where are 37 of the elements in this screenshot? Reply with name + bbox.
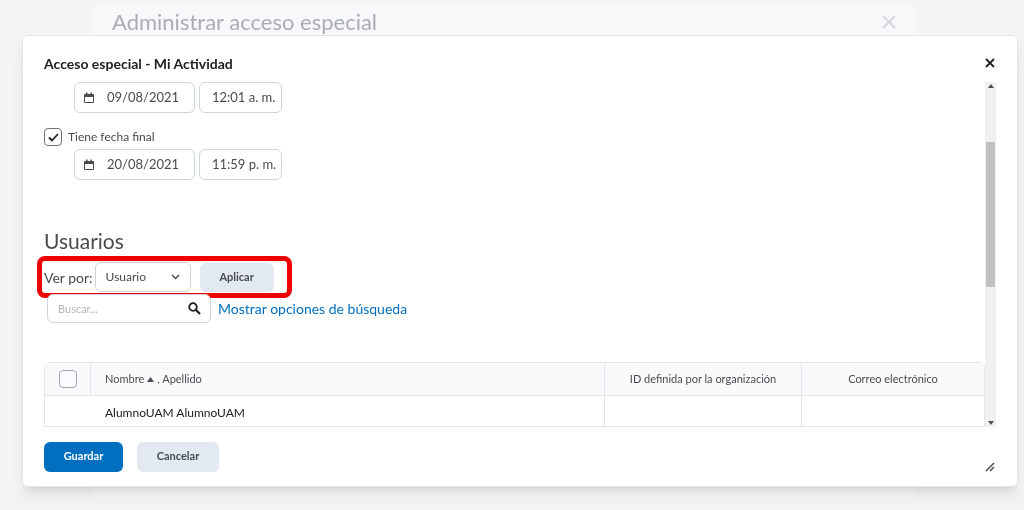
search-options-link[interactable]: Mostrar opciones de búsqueda — [218, 298, 408, 319]
date-value: 09/08/2021 — [107, 87, 180, 107]
time-value: 12:01 a. m. — [212, 87, 276, 107]
chevron-down-icon — [170, 274, 180, 280]
close-icon[interactable] — [985, 58, 995, 68]
search-icon — [188, 302, 201, 315]
section-heading: Usuarios — [44, 228, 125, 254]
column-header[interactable]: ID definida por la organización — [605, 363, 802, 395]
column-header[interactable]: Correo electrónico — [802, 363, 984, 395]
scroll-up-icon — [987, 84, 994, 88]
checkbox[interactable] — [58, 370, 77, 388]
cancel-button[interactable]: Cancelar — [137, 441, 219, 472]
calendar-icon — [83, 158, 95, 171]
dialog-title: Acceso especial - Mi Actividad — [44, 53, 233, 74]
save-button[interactable]: Guardar — [44, 441, 123, 472]
apply-button[interactable]: Aplicar — [199, 262, 274, 292]
scrollbar[interactable] — [985, 82, 996, 427]
table-cell: AlumnoUAM AlumnoUAM — [105, 405, 245, 420]
search-field[interactable]: Buscar... — [47, 294, 211, 323]
time-value: 11:59 p. m. — [212, 154, 277, 174]
scrollbar-thumb[interactable] — [986, 142, 995, 287]
date-value: 20/08/2021 — [107, 154, 180, 174]
background-dialog-title: Administrar acceso especial — [112, 11, 378, 33]
calendar-icon — [83, 91, 95, 104]
scroll-down-icon — [987, 421, 994, 425]
date-field[interactable]: 09/08/2021 — [74, 82, 195, 113]
column-header[interactable]: Nombre , Apellido — [91, 363, 605, 395]
checkmark-icon — [47, 132, 59, 142]
checkbox-label: Tiene fecha final — [68, 128, 155, 146]
checkbox[interactable] — [44, 128, 62, 146]
view-by-label: Ver por: — [44, 267, 93, 288]
view-by-dropdown[interactable]: Usuario — [94, 262, 191, 292]
time-field[interactable]: 11:59 p. m. — [199, 149, 282, 180]
date-field[interactable]: 20/08/2021 — [74, 149, 195, 180]
time-field[interactable]: 12:01 a. m. — [199, 82, 282, 113]
resize-handle-icon[interactable] — [985, 461, 995, 472]
close-icon — [882, 15, 896, 29]
